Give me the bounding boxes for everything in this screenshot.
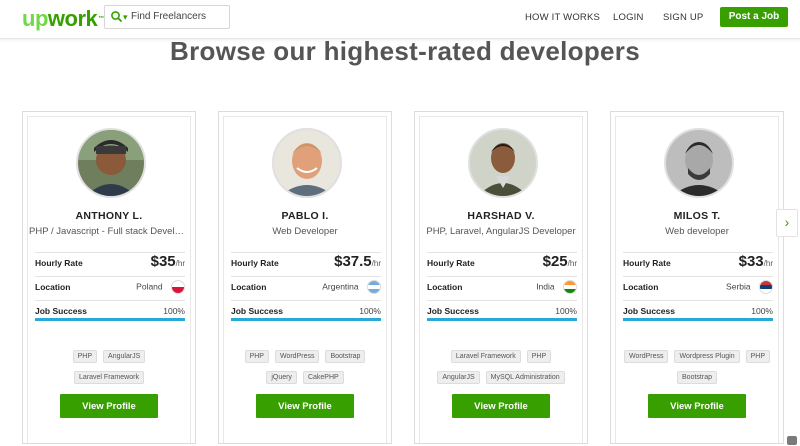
job-success-bar: [231, 318, 381, 321]
skills-list: Laravel Framework PHP AngularJS MySQL Admi…: [415, 345, 587, 387]
hourly-rate-row: Hourly Rate $25/hr: [427, 252, 577, 275]
job-success-value: 100%: [555, 306, 577, 316]
skills-list: WordPress Wordpress Plugin PHP Bootstrap: [611, 345, 783, 387]
freelancer-card: HARSHAD V. PHP, Laravel, AngularJS Devel…: [414, 111, 588, 444]
hourly-rate-value: $35: [150, 253, 176, 270]
skill-tag[interactable]: PHP: [72, 350, 98, 363]
hourly-rate-label: Hourly Rate: [35, 258, 83, 268]
hourly-rate-row: Hourly Rate $35/hr: [35, 252, 185, 275]
location-label: Location: [623, 282, 659, 292]
chevron-right-icon: ›: [784, 214, 790, 230]
freelancer-name[interactable]: ANTHONY L.: [23, 210, 195, 222]
skill-tag[interactable]: PHP: [745, 350, 771, 363]
search-box[interactable]: ▾: [104, 5, 230, 29]
hourly-rate-row: Hourly Rate $33/hr: [623, 252, 773, 275]
view-profile-button[interactable]: View Profile: [452, 394, 550, 418]
avatar[interactable]: [468, 128, 538, 198]
skill-tag[interactable]: WordPress: [623, 350, 669, 363]
job-success-label: Job Success: [427, 306, 479, 316]
search-icon[interactable]: [110, 10, 124, 24]
hourly-rate-row: Hourly Rate $37.5/hr: [231, 252, 381, 275]
freelancer-card: PABLO I. Web Developer Hourly Rate $37.5…: [218, 111, 392, 444]
location-row: Location Poland: [35, 276, 185, 299]
job-success-value: 100%: [751, 306, 773, 316]
location-row: Location Argentina: [231, 276, 381, 299]
job-success-label: Job Success: [623, 306, 675, 316]
skill-tag[interactable]: PHP: [244, 350, 269, 363]
skills-list: PHP AngularJS Laravel Framework: [23, 345, 195, 387]
skill-tag[interactable]: CakePHP: [302, 371, 344, 384]
job-success-label: Job Success: [231, 306, 283, 316]
avatar[interactable]: [76, 128, 146, 198]
skill-tag[interactable]: Laravel Framework: [450, 350, 521, 363]
hourly-rate-value: $33: [738, 253, 764, 270]
freelancer-title: PHP, Laravel, AngularJS Developer: [426, 226, 576, 237]
freelancer-title: Web Developer: [272, 226, 338, 237]
skill-tag[interactable]: jQuery: [266, 371, 297, 384]
location-value: Argentina: [322, 281, 359, 292]
view-profile-button[interactable]: View Profile: [256, 394, 354, 418]
skill-tag[interactable]: PHP: [526, 350, 552, 363]
location-label: Location: [427, 282, 463, 292]
job-success-value: 100%: [359, 306, 381, 316]
search-input[interactable]: [131, 8, 225, 24]
hourly-rate-label: Hourly Rate: [231, 258, 279, 268]
view-profile-button[interactable]: View Profile: [648, 394, 746, 418]
hourly-rate-value: $37.5: [334, 253, 372, 270]
nav-how-it-works[interactable]: HOW IT WORKS: [525, 12, 600, 23]
freelancer-name[interactable]: PABLO I.: [219, 210, 391, 222]
carousel-next-button[interactable]: ›: [776, 209, 798, 237]
job-success-value: 100%: [163, 306, 185, 316]
job-success-row: Job Success 100%: [35, 300, 185, 319]
freelancer-card: MILOS T. Web developer Hourly Rate $33/h…: [610, 111, 784, 444]
upwork-logo[interactable]: upwork™: [22, 6, 104, 32]
argentina-flag-icon: [367, 280, 381, 294]
avatar[interactable]: [664, 128, 734, 198]
location-row: Location India: [427, 276, 577, 299]
skills-list: PHP WordPress Bootstrap jQuery CakePHP: [219, 345, 391, 387]
freelancer-name[interactable]: MILOS T.: [611, 210, 783, 222]
india-flag-icon: [563, 280, 577, 294]
location-value: India: [536, 281, 555, 292]
scrollbar-thumb[interactable]: [787, 436, 797, 445]
location-value: Serbia: [726, 281, 751, 292]
freelancer-card: ANTHONY L. PHP / Javascript - Full stack…: [22, 111, 196, 444]
freelancer-title: PHP / Javascript - Full stack Developer: [29, 226, 189, 237]
job-success-bar: [35, 318, 185, 321]
top-header: upwork™ ▾ HOW IT WORKS LOGIN SIGN UP Pos…: [0, 0, 800, 39]
view-profile-button[interactable]: View Profile: [60, 394, 158, 418]
location-value: Poland: [136, 281, 163, 292]
skill-tag[interactable]: Wordpress Plugin: [674, 350, 740, 363]
job-success-label: Job Success: [35, 306, 87, 316]
skill-tag[interactable]: Bootstrap: [677, 371, 717, 384]
serbia-flag-icon: [759, 280, 773, 294]
freelancer-name[interactable]: HARSHAD V.: [415, 210, 587, 222]
skill-tag[interactable]: AngularJS: [437, 371, 480, 384]
skill-tag[interactable]: MySQL Administration: [485, 371, 565, 384]
location-row: Location Serbia: [623, 276, 773, 299]
nav-login[interactable]: LOGIN: [613, 12, 644, 23]
job-success-row: Job Success 100%: [231, 300, 381, 319]
job-success-row: Job Success 100%: [427, 300, 577, 319]
job-success-bar: [623, 318, 773, 321]
location-label: Location: [35, 282, 71, 292]
post-a-job-button[interactable]: Post a Job: [720, 7, 788, 27]
poland-flag-icon: [171, 280, 185, 294]
skill-tag[interactable]: Laravel Framework: [74, 371, 144, 384]
skill-tag[interactable]: AngularJS: [103, 350, 146, 363]
job-success-row: Job Success 100%: [623, 300, 773, 319]
nav-sign-up[interactable]: SIGN UP: [663, 12, 703, 23]
skill-tag[interactable]: Bootstrap: [325, 350, 366, 363]
skill-tag[interactable]: WordPress: [274, 350, 320, 363]
location-label: Location: [231, 282, 267, 292]
avatar[interactable]: [272, 128, 342, 198]
hourly-rate-label: Hourly Rate: [623, 258, 671, 268]
hourly-rate-value: $25: [542, 253, 568, 270]
hourly-rate-label: Hourly Rate: [427, 258, 475, 268]
page-title: Browse our highest-rated developers: [170, 36, 640, 66]
freelancer-title: Web developer: [665, 226, 729, 237]
job-success-bar: [427, 318, 577, 321]
chevron-down-icon[interactable]: ▾: [123, 11, 128, 23]
